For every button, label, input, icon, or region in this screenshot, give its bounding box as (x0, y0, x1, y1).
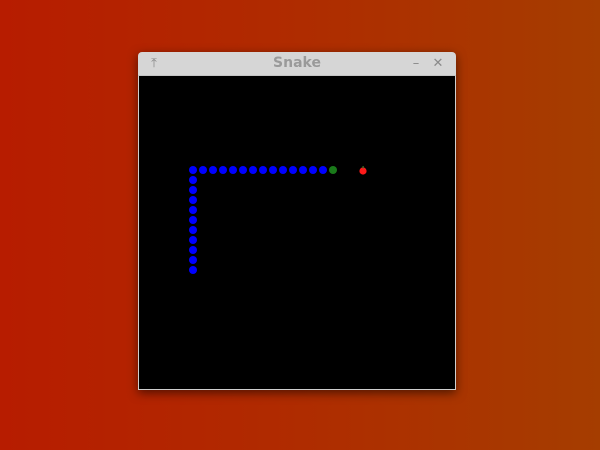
snake-segment (229, 166, 237, 174)
snake-segment (299, 166, 307, 174)
snake-segment (189, 246, 197, 254)
snake-segment (189, 216, 197, 224)
snake-segment (209, 166, 217, 174)
snake-segment (219, 166, 227, 174)
snake-window: ⤒ Snake – ✕ (138, 52, 456, 390)
snake-segment (309, 166, 317, 174)
apple-icon (359, 166, 367, 175)
snake-segment (189, 226, 197, 234)
snake-segment (189, 196, 197, 204)
snake-segment (249, 166, 257, 174)
snake-segment (189, 186, 197, 194)
game-board[interactable] (138, 76, 456, 390)
snake-segment (239, 166, 247, 174)
snake-segment (189, 236, 197, 244)
minimize-icon[interactable]: – (408, 52, 424, 75)
snake-segment (289, 166, 297, 174)
snake-segment (189, 266, 197, 274)
snake-head (329, 166, 337, 174)
snake-segment (189, 166, 197, 174)
close-icon[interactable]: ✕ (430, 52, 446, 75)
game-canvas (189, 166, 367, 274)
snake-segment (319, 166, 327, 174)
title-bar[interactable]: ⤒ Snake – ✕ (138, 52, 456, 76)
snake-segment (269, 166, 277, 174)
snake-segment (199, 166, 207, 174)
snake-segment (279, 166, 287, 174)
snake-segment (189, 176, 197, 184)
snake-segment (189, 256, 197, 264)
snake-segment (259, 166, 267, 174)
snake-segment (189, 206, 197, 214)
